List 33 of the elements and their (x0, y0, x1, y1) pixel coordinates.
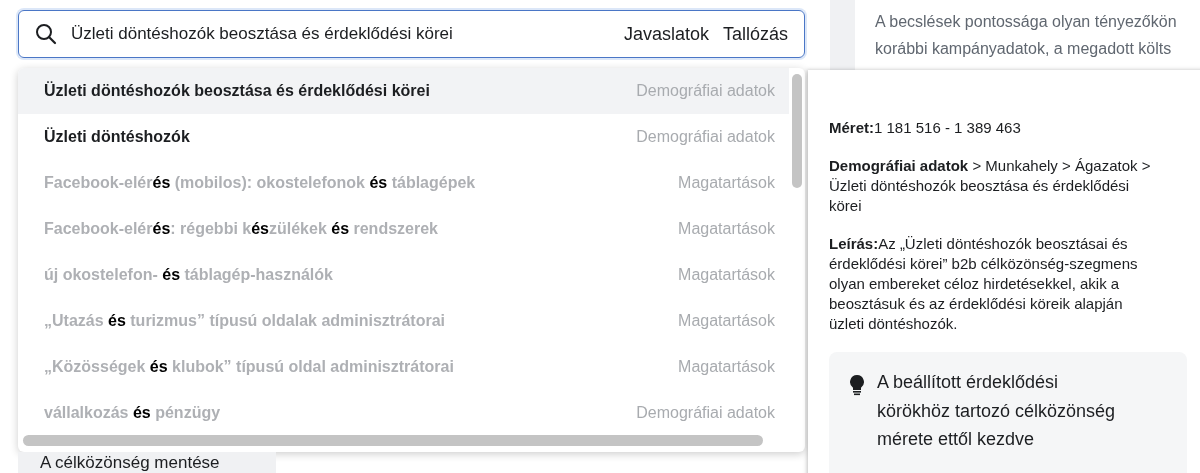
save-audience-button[interactable]: A célközönség mentése (18, 452, 276, 473)
suggestion-category: Demográfiai adatok (636, 404, 775, 422)
scrollbar-thumb[interactable] (23, 435, 763, 446)
suggestion-category: Demográfiai adatok (636, 128, 775, 146)
estimate-note-line: korábbi kampányadatok, a megadott költs (875, 39, 1173, 59)
search-field[interactable]: Üzleti döntéshozók beosztása és érdeklődési körei Javaslatok Tallózás (18, 10, 805, 58)
suggestion-name: Üzleti döntéshozók beosztása és érdeklődési körei (44, 82, 430, 100)
suggestion-category: Magatartások (678, 312, 775, 330)
tip-line: A beállított érdeklődési (877, 371, 1060, 394)
suggestion-category: Demográfiai adatok (636, 82, 775, 100)
suggestion-category: Magatartások (678, 220, 775, 238)
suggestion-name: Facebook-elérés: régebbi készülékek és rendszerek (44, 220, 438, 238)
suggestion-category: Magatartások (678, 358, 775, 376)
suggestion-item[interactable]: Üzleti döntéshozók beosztása és érdeklődési körei Demográfiai adatok (18, 68, 789, 114)
search-icon (35, 23, 57, 45)
suggestion-category: Magatartások (678, 174, 775, 192)
search-mode-tab[interactable]: Tallózás (722, 23, 788, 45)
size-text: Méret:1 181 516 - 1 389 463 (829, 118, 1022, 138)
tip-line: körökhöz tartozó célközönség (877, 399, 1116, 423)
suggestion-name: Facebook-elérés (mobilos): okostelefonok és táblagépek (44, 174, 476, 192)
lightbulb-icon (849, 374, 865, 396)
suggestion-name: „Utazás és turizmus” típusú oldalak adminisztrátorai (44, 312, 445, 330)
suggestion-name: vállalkozás és pénzügy (44, 404, 221, 422)
search-mode-tab[interactable]: Javaslatok (623, 23, 709, 45)
estimate-note-line: A becslések pontossága olyan tényezőkön (875, 12, 1178, 32)
tip-line: mérete ettől kezdve (877, 428, 1036, 451)
suggestion-name: Üzleti döntéshozók (44, 128, 190, 146)
suggestion-category: Magatartások (678, 266, 775, 284)
category-path: Demográfiai adatok > Munkahely > Ágazatok > Üzleti döntéshozók beosztása és érdeklődési körei (829, 156, 1152, 216)
scrollbar-thumb[interactable] (792, 74, 802, 188)
suggestion-name: „Közösségek és klubok” típusú oldal adminisztrátorai (44, 358, 454, 376)
description-text: Leírás:Az „Üzleti döntéshozók beosztásai és érdeklődési körei” b2b célközönség-szegmens olyan embereket céloz hirdetésekkel, akik a beosztásuk és az érdeklődési köreik alapján üzleti döntéshozók. (829, 234, 1139, 334)
suggestion-name: új okostelefon- és táblagép-használók (44, 266, 333, 284)
